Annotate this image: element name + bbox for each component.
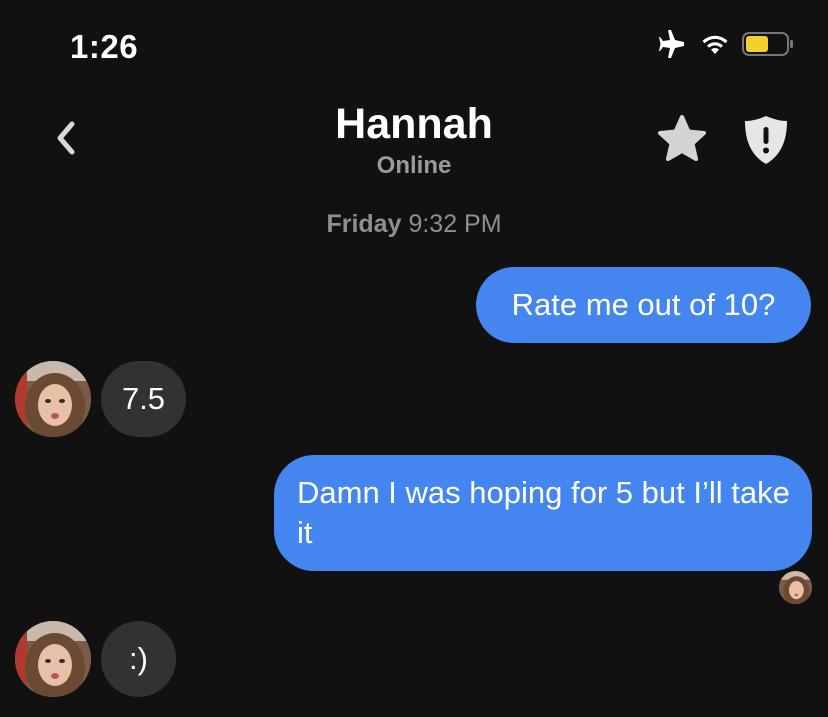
star-icon: [658, 115, 706, 161]
conversation-timestamp: Friday 9:32 PM: [0, 210, 828, 239]
safety-button[interactable]: [740, 112, 792, 168]
read-receipt-avatar: [779, 571, 812, 604]
message-text: :): [129, 641, 148, 676]
contact-avatar[interactable]: [15, 361, 91, 437]
favorite-button[interactable]: [655, 113, 709, 167]
shield-alert-icon: [745, 116, 787, 164]
incoming-message[interactable]: 7.5: [101, 361, 186, 437]
outgoing-message[interactable]: Rate me out of 10?: [476, 267, 811, 343]
wifi-icon: [700, 32, 730, 56]
airplane-icon: [656, 30, 688, 58]
chat-screen: 1:26 Hannah Online Friday 9:32 PM Rate m…: [0, 0, 828, 717]
message-text: Damn I was hoping for 5 but I’ll take it: [297, 475, 790, 550]
contact-avatar[interactable]: [15, 621, 91, 697]
outgoing-message[interactable]: Damn I was hoping for 5 but I’ll take it: [274, 455, 812, 571]
status-icons: [656, 30, 794, 58]
timestamp-time: 9:32 PM: [408, 210, 502, 238]
message-text: 7.5: [121, 381, 166, 416]
message-text: Rate me out of 10?: [511, 287, 776, 322]
timestamp-day: Friday: [326, 210, 402, 238]
status-time: 1:26: [70, 28, 139, 65]
battery-icon: [742, 32, 794, 56]
incoming-message[interactable]: :): [101, 621, 176, 697]
